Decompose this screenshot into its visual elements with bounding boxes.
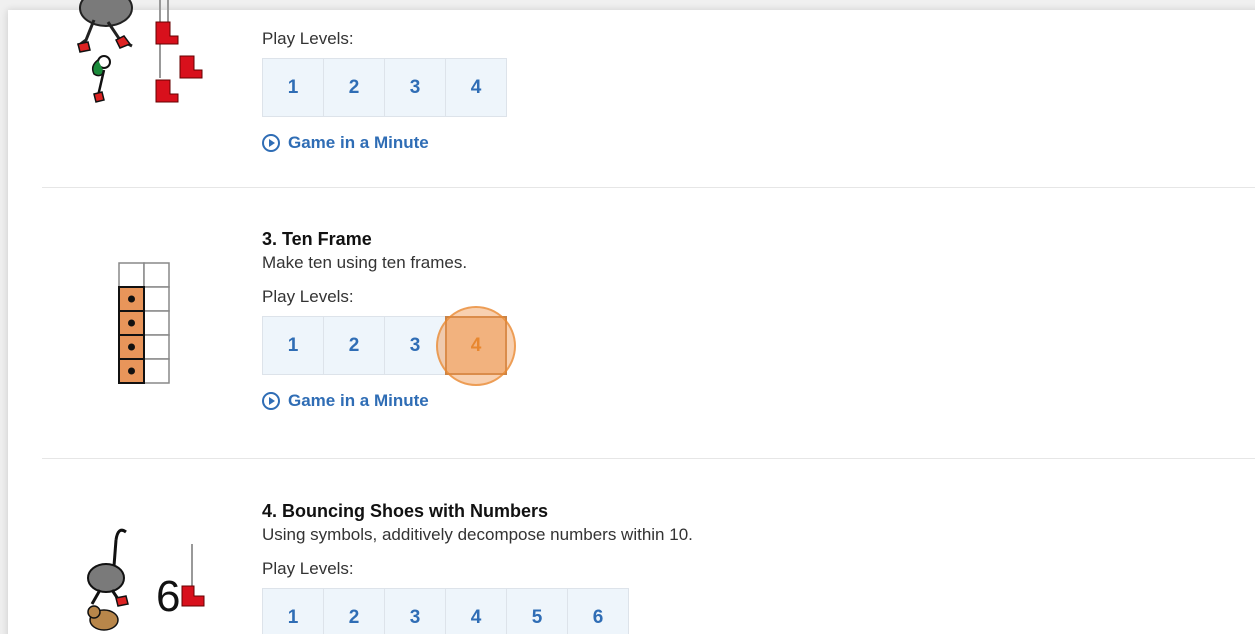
level-button-4[interactable]: 4 [445, 58, 507, 117]
game-title: 3. Ten Frame [262, 229, 372, 249]
game-in-a-minute-label: Game in a Minute [288, 133, 429, 152]
level-number: 1 [287, 606, 299, 628]
game-card-bouncing-shoes-numbers: 6 4. Bouncing Shoes with Numbers Using s… [42, 460, 1255, 634]
level-number: 4 [470, 606, 482, 628]
play-circle-icon [262, 134, 280, 152]
level-button-1[interactable]: 1 [262, 58, 324, 117]
level-selector: 1 2 3 4 [262, 305, 516, 386]
bouncing-shoes-icon [76, 0, 216, 117]
game-info: 4. Bouncing Shoes with Numbers Using sym… [262, 500, 693, 634]
games-panel: Play Levels: 1 2 3 4 Game in a Minute 3.… [8, 0, 1255, 634]
level-button-2[interactable]: 2 [323, 316, 385, 375]
level-number: 3 [409, 334, 421, 356]
level-button-2[interactable]: 2 [323, 588, 385, 634]
level-button-5[interactable]: 5 [506, 588, 568, 634]
level-button-3[interactable]: 3 [384, 588, 446, 634]
level-selector: 1 2 3 4 5 6 [262, 588, 693, 634]
game-card-ten-frame: 3. Ten Frame Make ten using ten frames. … [42, 188, 1255, 460]
game-info: Play Levels: 1 2 3 4 Game in a Minute [262, 16, 507, 153]
level-button-2[interactable]: 2 [323, 58, 385, 117]
game-description: Using symbols, additively decompose numb… [262, 525, 693, 544]
level-button-3[interactable]: 3 [384, 316, 446, 375]
game-card-bouncing-shoes: Play Levels: 1 2 3 4 Game in a Minute [42, 0, 1255, 188]
divider [42, 458, 1255, 459]
level-button-1[interactable]: 1 [262, 588, 324, 634]
game-description: Make ten using ten frames. [262, 253, 468, 272]
play-levels-label: Play Levels: [262, 559, 354, 578]
level-button-1[interactable]: 1 [262, 316, 324, 375]
game-title: 4. Bouncing Shoes with Numbers [262, 501, 549, 521]
bouncing-shoes-numbers-icon: 6 [82, 522, 222, 634]
level-number: 3 [409, 76, 421, 98]
game-info: 3. Ten Frame Make ten using ten frames. … [262, 228, 516, 411]
game-in-a-minute-label: Game in a Minute [288, 391, 429, 410]
play-circle-icon [262, 392, 280, 410]
play-levels-label: Play Levels: [262, 287, 354, 306]
level-number: 4 [470, 334, 482, 356]
level-number: 3 [409, 606, 421, 628]
level-button-3[interactable]: 3 [384, 58, 446, 117]
level-button-4[interactable]: 4 [436, 305, 516, 386]
level-button-6[interactable]: 6 [567, 588, 629, 634]
level-selector: 1 2 3 4 [262, 58, 507, 117]
level-number: 4 [470, 76, 482, 98]
level-number: 2 [348, 606, 360, 628]
level-number: 1 [287, 76, 299, 98]
play-levels-label: Play Levels: [262, 29, 354, 48]
game-in-a-minute-link[interactable]: Game in a Minute [262, 391, 429, 411]
level-button-4[interactable]: 4 [445, 588, 507, 634]
level-number: 2 [348, 76, 360, 98]
level-number: 1 [287, 334, 299, 356]
level-number: 5 [531, 606, 543, 628]
game-in-a-minute-link[interactable]: Game in a Minute [262, 133, 429, 153]
ten-frame-icon [118, 262, 170, 389]
level-number: 6 [592, 606, 604, 628]
shoe-number-label: 6 [156, 572, 181, 621]
level-number: 2 [348, 334, 360, 356]
